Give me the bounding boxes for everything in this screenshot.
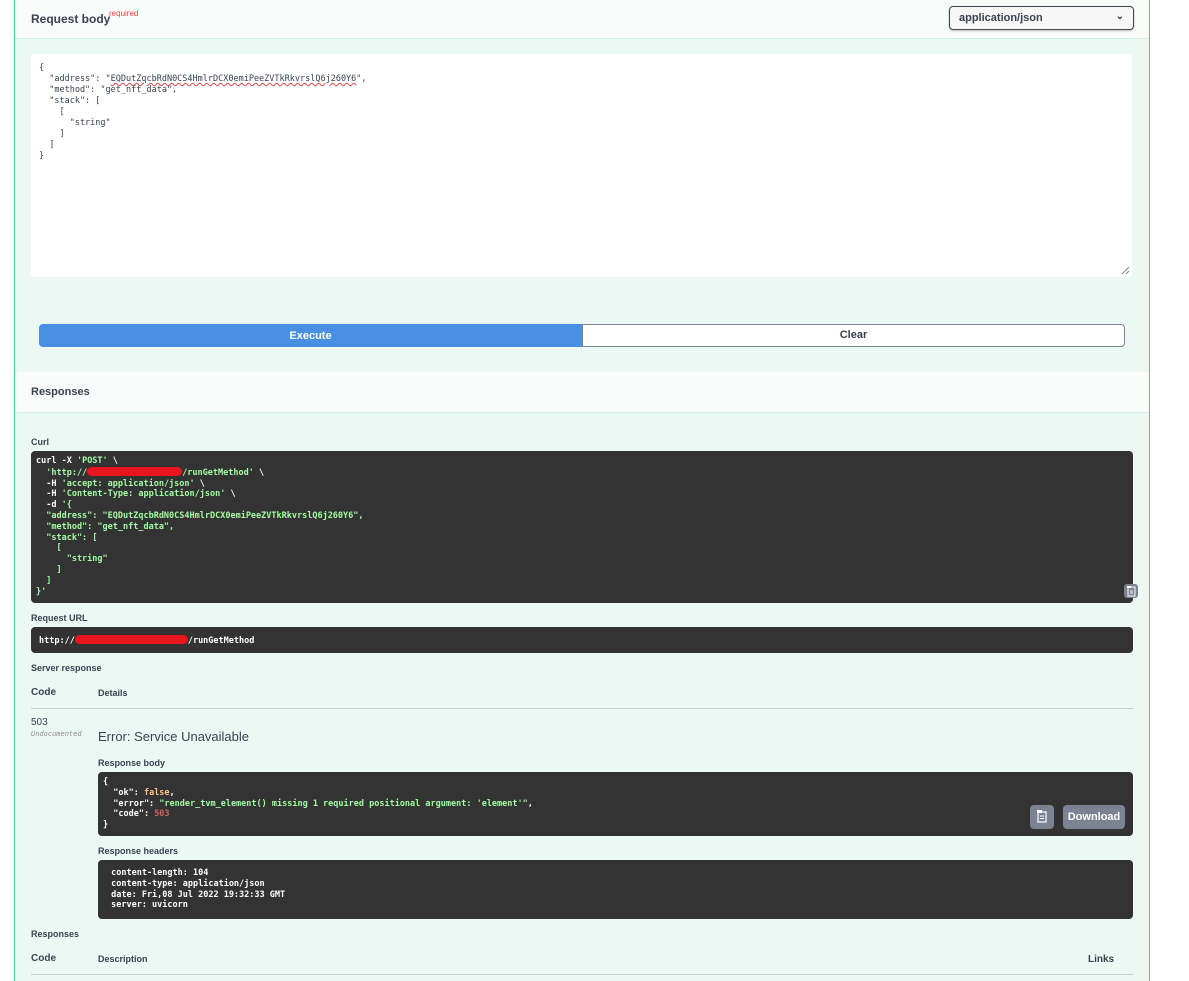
request-url-label: Request URL — [31, 613, 88, 623]
col-code: Code — [31, 687, 56, 698]
server-response-label: Server response — [31, 663, 102, 673]
request-body-editor[interactable]: { "address": "EQDutZqcbRdN0CS4HmlrDCX0em… — [31, 54, 1132, 277]
request-body-title: Request body — [31, 12, 111, 26]
request-url-text: http:///runGetMethod — [39, 635, 255, 646]
col-details: Details — [98, 688, 128, 698]
curl-code-block[interactable]: curl -X 'POST' \ 'http:///runGetMethod' … — [31, 451, 1138, 603]
response-body-label: Response body — [98, 758, 166, 768]
resize-handle-icon[interactable] — [1121, 266, 1130, 275]
copy-icon[interactable] — [1124, 584, 1138, 598]
response-body-block[interactable]: { "ok": false, "error": "render_tvm_elem… — [98, 772, 1133, 836]
download-button[interactable]: Download — [1063, 805, 1125, 829]
spellcheck-underline: EQDutZqcbRdN0CS4HmlrDCX0emiPeeZVTkRkvrsl… — [110, 74, 357, 84]
request-url-block[interactable]: http:///runGetMethod — [31, 627, 1133, 653]
content-type-select[interactable]: application/json ⌄ — [949, 6, 1134, 30]
curl-label: Curl — [31, 437, 49, 447]
responses-section-label: Responses — [31, 929, 80, 939]
copy-icon[interactable] — [1030, 805, 1054, 829]
redacted-host — [87, 466, 183, 476]
curl-command: curl -X 'POST' \ 'http:///runGetMethod' … — [36, 456, 364, 597]
divider — [31, 708, 1133, 709]
responses-title: Responses — [31, 386, 90, 398]
response-code: 503 — [31, 717, 48, 728]
required-marker: required — [109, 9, 139, 18]
error-title: Error: Service Unavailable — [98, 729, 250, 744]
chevron-down-icon: ⌄ — [1115, 11, 1124, 22]
col-links: Links — [1088, 954, 1115, 965]
redacted-host — [74, 635, 188, 644]
response-headers-block[interactable]: content-length: 104 content-type: applic… — [98, 860, 1133, 919]
response-headers-label: Response headers — [98, 846, 179, 856]
col-description: Description — [98, 954, 148, 964]
divider — [31, 974, 1133, 975]
request-body-text[interactable]: { "address": "EQDutZqcbRdN0CS4HmlrDCX0em… — [39, 63, 367, 162]
post-operation-panel: Request body required application/json ⌄… — [14, 0, 1150, 981]
request-body-header: Request body required application/json ⌄ — [15, 0, 1149, 39]
response-headers-text: content-length: 104 content-type: applic… — [106, 868, 291, 911]
editor-address-line: "address": "EQDutZqcbRdN0CS4HmlrDCX0emiP… — [39, 74, 367, 84]
col-code: Code — [31, 953, 56, 964]
execute-button[interactable]: Execute — [39, 324, 582, 347]
undocumented-label: Undocumented — [31, 730, 82, 738]
content-type-value: application/json — [959, 12, 1043, 24]
clear-button[interactable]: Clear — [582, 324, 1125, 347]
responses-header: Responses — [15, 372, 1149, 413]
response-body-json: { "ok": false, "error": "render_tvm_elem… — [103, 777, 533, 831]
